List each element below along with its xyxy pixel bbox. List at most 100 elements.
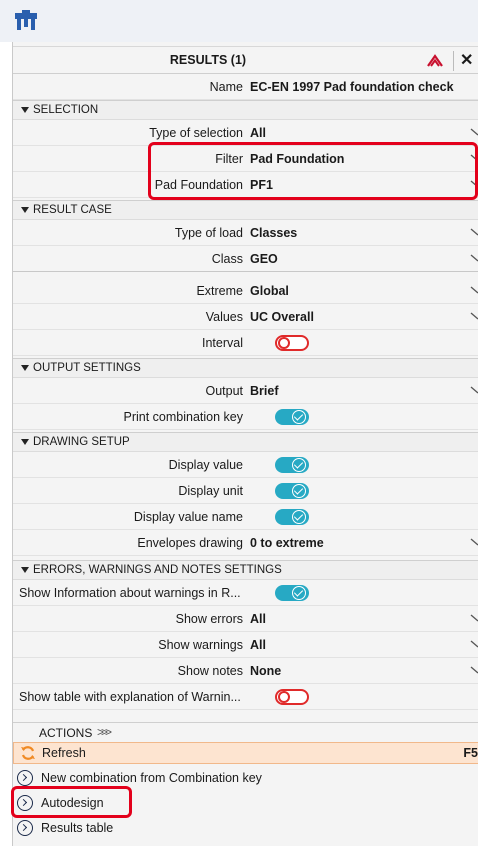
field-label: Display unit xyxy=(178,484,243,498)
display-value-row[interactable]: Display value xyxy=(13,452,478,478)
properties-panel: RESULTS (1) ✕ Name EC-EN 1997 Pad founda… xyxy=(12,42,478,846)
display-unit-toggle[interactable] xyxy=(275,483,309,499)
interval-toggle[interactable] xyxy=(275,335,309,351)
envelopes-drawing-row[interactable]: Envelopes drawing 0 to extreme xyxy=(13,530,478,556)
top-toolbar xyxy=(0,0,478,42)
pad-foundation-value[interactable]: PF1 xyxy=(250,178,273,192)
circle-chevron-right-icon xyxy=(17,770,33,786)
check-icon xyxy=(292,410,306,424)
section-errors-warnings[interactable]: ERRORS, WARNINGS AND NOTES SETTINGS xyxy=(13,560,478,580)
show-table-explanation-row[interactable]: Show table with explanation of Warnin... xyxy=(13,684,478,710)
panel-title: RESULTS (1) xyxy=(169,53,247,67)
expand-triangle-icon[interactable] xyxy=(21,365,29,371)
name-label: Name xyxy=(209,80,243,94)
toggle-knob xyxy=(278,337,290,349)
class-row[interactable]: Class GEO xyxy=(13,246,478,272)
type-of-load-row[interactable]: Type of load Classes xyxy=(13,220,478,246)
toggle-knob xyxy=(278,691,290,703)
filter-value[interactable]: Pad Foundation xyxy=(250,152,344,166)
field-label: Extreme xyxy=(196,284,243,298)
expand-triangle-icon[interactable] xyxy=(21,567,29,573)
section-result-case[interactable]: RESULT CASE xyxy=(13,200,478,220)
dropdown-chevron-icon[interactable] xyxy=(470,663,478,677)
refresh-icon xyxy=(21,746,35,760)
show-warnings-value[interactable]: All xyxy=(250,638,266,652)
refresh-button[interactable]: Refresh F5 xyxy=(13,742,478,764)
name-row[interactable]: Name EC-EN 1997 Pad foundation check xyxy=(13,74,478,100)
refresh-label: Refresh xyxy=(42,746,86,760)
expand-triangle-icon[interactable] xyxy=(21,207,29,213)
new-combination-button[interactable]: New combination from Combination key xyxy=(13,766,478,790)
display-value-name-toggle[interactable] xyxy=(275,509,309,525)
header-divider xyxy=(453,51,454,71)
extreme-row[interactable]: Extreme Global xyxy=(13,278,478,304)
section-drawing-setup[interactable]: DRAWING SETUP xyxy=(13,432,478,452)
dropdown-chevron-icon[interactable] xyxy=(470,309,478,323)
panel-header: RESULTS (1) ✕ xyxy=(13,46,478,74)
field-label: Interval xyxy=(202,336,243,350)
close-icon[interactable]: ✕ xyxy=(460,50,473,70)
values-value[interactable]: UC Overall xyxy=(250,310,314,324)
field-label: Envelopes drawing xyxy=(137,536,243,550)
dropdown-chevron-icon[interactable] xyxy=(470,177,478,191)
field-label: Filter xyxy=(215,152,243,166)
check-icon xyxy=(292,586,306,600)
section-selection[interactable]: SELECTION xyxy=(13,100,478,120)
filter-row[interactable]: Filter Pad Foundation xyxy=(13,146,478,172)
type-of-load-value[interactable]: Classes xyxy=(250,226,297,240)
expand-triangle-icon[interactable] xyxy=(21,107,29,113)
type-of-selection-row[interactable]: Type of selection All xyxy=(13,120,478,146)
dropdown-chevron-icon[interactable] xyxy=(470,225,478,239)
values-row[interactable]: Values UC Overall xyxy=(13,304,478,330)
show-info-warnings-toggle[interactable] xyxy=(275,585,309,601)
output-value[interactable]: Brief xyxy=(250,384,278,398)
expand-triangle-icon[interactable] xyxy=(21,439,29,445)
circle-chevron-right-icon xyxy=(17,820,33,836)
section-title: ERRORS, WARNINGS AND NOTES SETTINGS xyxy=(33,564,282,576)
show-errors-value[interactable]: All xyxy=(250,612,266,626)
show-notes-row[interactable]: Show notes None xyxy=(13,658,478,684)
action-label: New combination from Combination key xyxy=(41,771,262,785)
display-value-name-row[interactable]: Display value name xyxy=(13,504,478,530)
extreme-value[interactable]: Global xyxy=(250,284,289,298)
show-warnings-row[interactable]: Show warnings All xyxy=(13,632,478,658)
field-label: Type of selection xyxy=(149,126,243,140)
circle-chevron-right-icon xyxy=(17,795,33,811)
dropdown-chevron-icon[interactable] xyxy=(470,283,478,297)
section-output-settings[interactable]: OUTPUT SETTINGS xyxy=(13,358,478,378)
show-errors-row[interactable]: Show errors All xyxy=(13,606,478,632)
dropdown-chevron-icon[interactable] xyxy=(470,535,478,549)
pad-foundation-row[interactable]: Pad Foundation PF1 xyxy=(13,172,478,198)
dropdown-chevron-icon[interactable] xyxy=(470,383,478,397)
dropdown-chevron-icon[interactable] xyxy=(470,125,478,139)
print-combination-key-toggle[interactable] xyxy=(275,409,309,425)
dropdown-chevron-icon[interactable] xyxy=(470,611,478,625)
envelopes-drawing-value[interactable]: 0 to extreme xyxy=(250,536,324,550)
section-title: SELECTION xyxy=(33,104,99,116)
output-row[interactable]: Output Brief xyxy=(13,378,478,404)
show-info-warnings-row[interactable]: Show Information about warnings in R... xyxy=(13,580,478,606)
section-title: DRAWING SETUP xyxy=(33,436,130,448)
display-value-toggle[interactable] xyxy=(275,457,309,473)
actions-header[interactable]: ACTIONS >>> xyxy=(13,722,478,742)
show-notes-value[interactable]: None xyxy=(250,664,281,678)
class-value[interactable]: GEO xyxy=(250,252,278,266)
field-label: Display value xyxy=(168,458,243,472)
expand-double-chevron-icon[interactable]: >>> xyxy=(97,725,112,739)
autodesign-button[interactable]: Autodesign xyxy=(13,791,478,815)
scia-app-icon[interactable] xyxy=(14,10,38,32)
type-of-selection-value[interactable]: All xyxy=(250,126,266,140)
dropdown-chevron-icon[interactable] xyxy=(470,251,478,265)
section-title: OUTPUT SETTINGS xyxy=(33,362,141,374)
collapse-up-icon[interactable] xyxy=(426,52,444,70)
print-combination-key-row[interactable]: Print combination key xyxy=(13,404,478,430)
field-label: Type of load xyxy=(174,226,243,240)
check-icon xyxy=(292,458,306,472)
name-value[interactable]: EC-EN 1997 Pad foundation check xyxy=(250,80,454,94)
show-table-explanation-toggle[interactable] xyxy=(275,689,309,705)
interval-row[interactable]: Interval xyxy=(13,330,478,356)
dropdown-chevron-icon[interactable] xyxy=(470,151,478,165)
dropdown-chevron-icon[interactable] xyxy=(470,637,478,651)
results-table-button[interactable]: Results table xyxy=(13,816,478,840)
display-unit-row[interactable]: Display unit xyxy=(13,478,478,504)
